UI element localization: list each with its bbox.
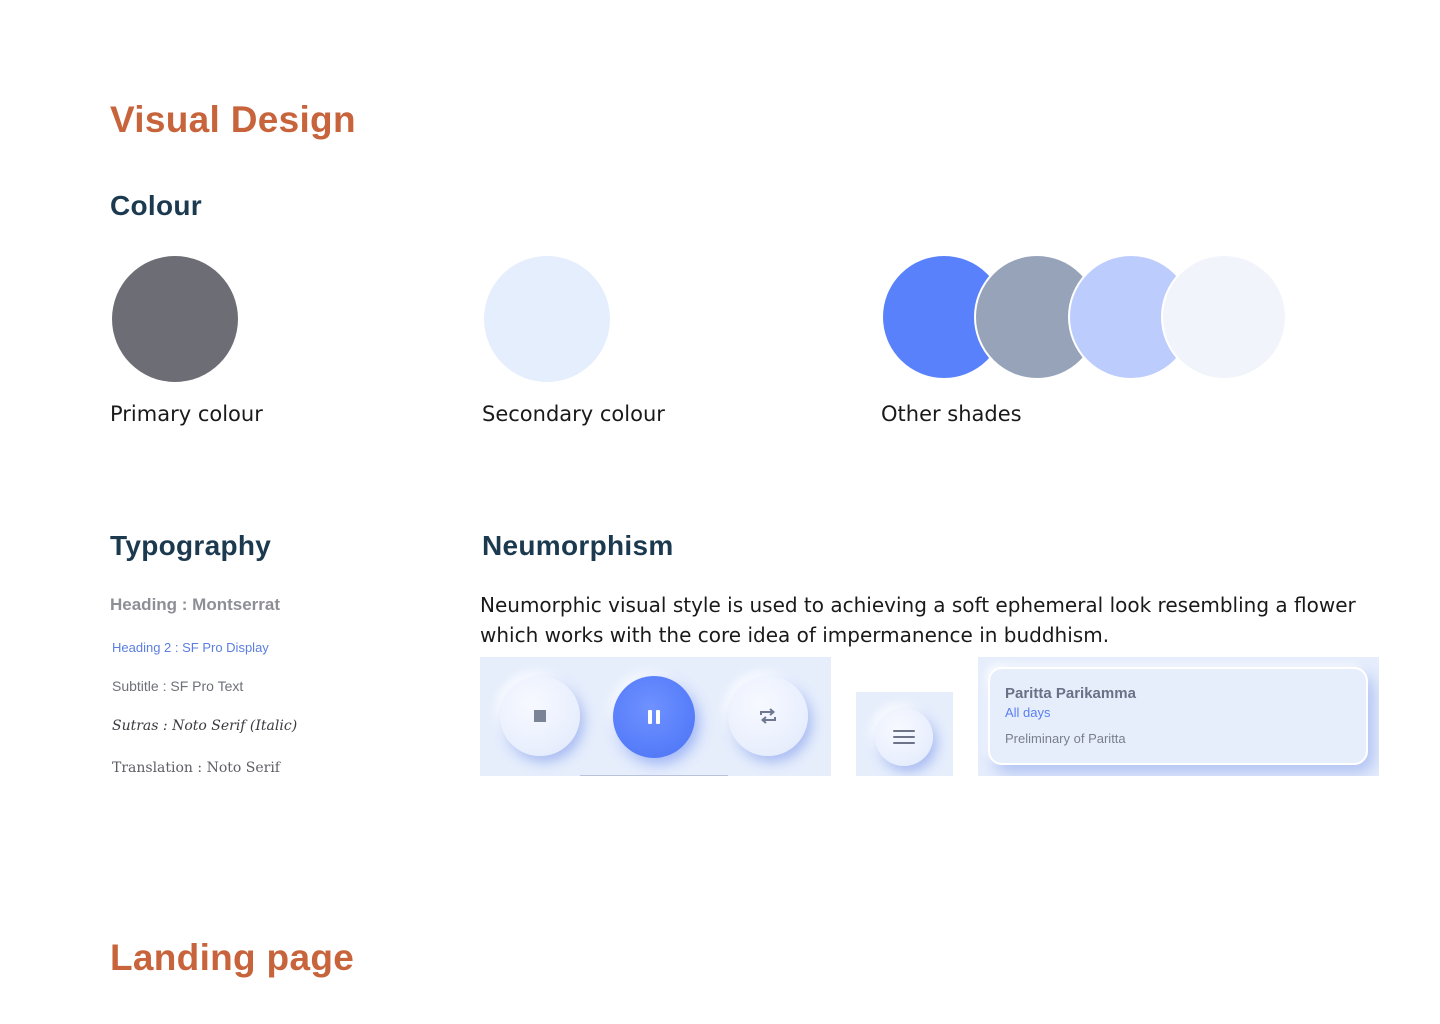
card-description: Preliminary of Paritta: [1005, 731, 1126, 746]
primary-colour-swatch: [112, 256, 238, 382]
secondary-colour-label: Secondary colour: [482, 402, 665, 426]
repeat-icon: [760, 708, 776, 724]
typography-sutras-font: Sutras : Noto Serif (Italic): [112, 718, 298, 734]
primary-colour-label: Primary colour: [110, 402, 263, 426]
panel-divider: [580, 775, 728, 776]
neumorphism-description: Neumorphic visual style is used to achie…: [480, 593, 1356, 647]
stop-button[interactable]: [500, 676, 580, 756]
typography-subtitle-font: Subtitle : SF Pro Text: [112, 678, 244, 694]
stop-icon: [534, 710, 546, 722]
card-sample: Paritta Parikamma All days Preliminary o…: [978, 657, 1379, 776]
pause-button[interactable]: [613, 676, 695, 758]
other-shades-label: Other shades: [881, 402, 1022, 426]
menu-icon: [893, 730, 915, 744]
colour-heading: Colour: [110, 190, 203, 221]
typography-heading-font: Heading : Montserrat: [110, 595, 281, 614]
landing-page-title: Landing page: [110, 937, 355, 978]
page-title: Visual Design: [110, 99, 356, 140]
typography-heading2-font: Heading 2 : SF Pro Display: [112, 640, 269, 655]
other-shade-swatch-4: [1161, 254, 1287, 380]
player-controls-sample: [480, 657, 831, 776]
secondary-colour-swatch: [484, 256, 610, 382]
typography-translation-font: Translation : Noto Serif: [112, 760, 280, 776]
card-subtitle: All days: [1005, 705, 1051, 720]
repeat-button[interactable]: [728, 676, 808, 756]
card-title: Paritta Parikamma: [1005, 685, 1136, 702]
menu-button-sample: [856, 692, 953, 776]
neumorphism-heading: Neumorphism: [482, 530, 674, 561]
menu-button[interactable]: [875, 708, 933, 766]
pause-icon: [648, 710, 660, 724]
typography-heading: Typography: [110, 530, 272, 561]
paritta-card[interactable]: Paritta Parikamma All days Preliminary o…: [988, 667, 1368, 765]
